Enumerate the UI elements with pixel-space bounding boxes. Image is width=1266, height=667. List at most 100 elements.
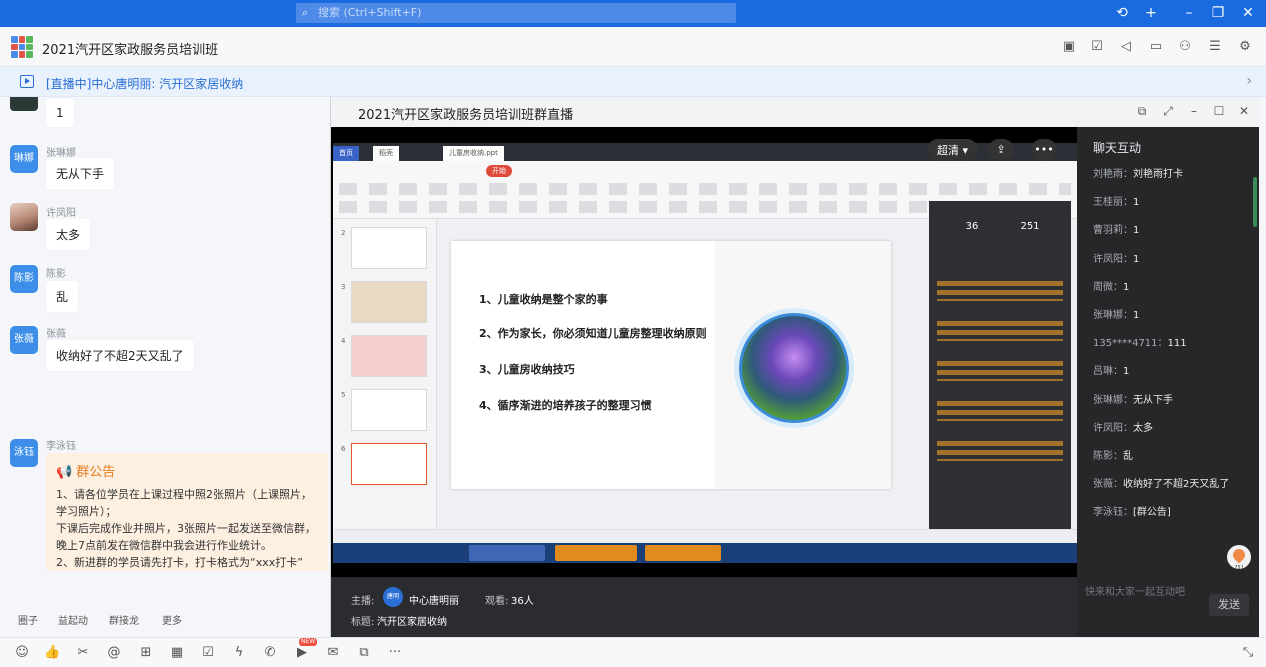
- slide-thumb: [351, 389, 427, 431]
- live-banner[interactable]: [直播中]中心唐明丽: 汽开区家居收纳 ›: [0, 67, 1266, 97]
- minimize-icon[interactable]: –: [1186, 103, 1202, 119]
- screen-share: 首页 稻壳 儿童房收纳.ppt 开始 2 3 4 5 6 1、儿童收纳是整个家的…: [333, 143, 1077, 563]
- chevron-right-icon[interactable]: ›: [1246, 73, 1252, 89]
- quality-selector[interactable]: 超清 ▾: [927, 139, 979, 161]
- avatar[interactable]: [10, 203, 38, 231]
- avatar[interactable]: 陈影: [10, 265, 38, 293]
- interaction-message-sender: 张琳娜：: [1093, 310, 1133, 321]
- slide-point: 4、循序渐进的培养孩子的整理习惯: [479, 399, 652, 412]
- tab-jielong[interactable]: 群接龙: [109, 612, 139, 627]
- interaction-message-sender: 许凤阳：: [1093, 253, 1133, 265]
- tab-yiqidong[interactable]: 益起动: [58, 612, 88, 627]
- interaction-message-sender: 陈影：: [1093, 451, 1123, 462]
- interaction-message-sender: 张薇：: [1093, 479, 1123, 491]
- interaction-message: 王桂丽：1: [1093, 193, 1139, 208]
- calendar-icon[interactable]: ▦: [169, 645, 185, 661]
- interaction-message: 135****4711：111: [1093, 334, 1187, 349]
- message-bubble: 收纳好了不超2天又乱了: [46, 340, 194, 371]
- interaction-message: 张琳娜：1: [1093, 306, 1139, 321]
- gear-icon[interactable]: ⚙: [1236, 39, 1254, 55]
- interaction-message-sender: 周微：: [1093, 281, 1123, 293]
- live-icon[interactable]: ▣: [1060, 39, 1078, 55]
- slide-illustration: [739, 313, 849, 423]
- host-avatar[interactable]: 唐明: [383, 587, 403, 607]
- message-bubble: 无从下手: [46, 158, 115, 189]
- interaction-message-text: 收纳好了不超2天又乱了: [1123, 479, 1230, 491]
- interaction-message: 张琳娜：无从下手: [1093, 391, 1173, 406]
- screen-taskbar: [333, 543, 1077, 563]
- group-header: 2021汽开区家政服务员培训班 ▣ ☑ ◁ ▭ ⚇ ☰ ⚙: [0, 27, 1266, 67]
- tab-more[interactable]: 更多: [162, 612, 182, 627]
- restore-icon[interactable]: ❐: [1208, 3, 1228, 23]
- close-icon[interactable]: ✕: [1238, 3, 1258, 23]
- slide-thumb: [351, 335, 427, 377]
- phone-icon[interactable]: ✆: [262, 645, 278, 661]
- more-icon[interactable]: ···: [387, 645, 403, 661]
- interaction-scrollbar[interactable]: [1253, 177, 1257, 227]
- megaphone-icon: 📢: [56, 465, 73, 480]
- slide-point: 3、儿童房收纳技巧: [479, 363, 575, 376]
- add-member-icon[interactable]: ⚇: [1176, 39, 1194, 55]
- like-icon[interactable]: 👍: [44, 645, 60, 661]
- maximize-icon[interactable]: ☐: [1211, 103, 1227, 119]
- resize-icon[interactable]: ⤡: [1240, 645, 1256, 661]
- pin-icon[interactable]: ⧉: [1134, 103, 1150, 119]
- slide-thumb: [351, 443, 427, 485]
- screenshot-icon[interactable]: ⧉: [356, 645, 372, 661]
- scissors-icon[interactable]: ✂: [75, 645, 91, 661]
- current-slide: 1、儿童收纳是整个家的事 2、作为家长，你必须知道儿童房整理收纳原则 3、儿童房…: [451, 241, 891, 489]
- search-history-icon[interactable]: ☰: [1206, 39, 1224, 55]
- minimize-icon[interactable]: –: [1179, 3, 1199, 23]
- message-bubble: 太多: [46, 219, 91, 250]
- folder-icon[interactable]: ▭: [1147, 39, 1165, 55]
- file-icon[interactable]: ⊞: [138, 645, 154, 661]
- interaction-message-text: 1: [1133, 197, 1140, 209]
- task-icon[interactable]: ☑: [1088, 39, 1106, 55]
- tab-circle[interactable]: 圈子: [18, 612, 38, 627]
- group-app-tabs: 圈子 益起动 群接龙 更多: [0, 605, 330, 631]
- more-button[interactable]: •••: [1031, 139, 1057, 161]
- interaction-message-sender: 张琳娜：: [1093, 394, 1133, 406]
- live-video[interactable]: 首页 稻壳 儿童房收纳.ppt 开始 2 3 4 5 6 1、儿童收纳是整个家的…: [331, 127, 1077, 577]
- interaction-message: 曹羽莉：1: [1093, 221, 1139, 236]
- interaction-message-sender: 曹羽莉：: [1093, 225, 1133, 237]
- interaction-title: 聊天互动: [1093, 141, 1142, 155]
- history-icon[interactable]: ⟲: [1112, 3, 1132, 23]
- add-icon[interactable]: +: [1141, 3, 1161, 23]
- live-banner-text: [直播中]中心唐明丽: 汽开区家居收纳: [46, 77, 244, 91]
- avatar[interactable]: 张薇: [10, 326, 38, 354]
- message-sender: 张薇: [46, 329, 66, 340]
- checklist-icon[interactable]: ☑: [200, 645, 216, 661]
- group-notice-card[interactable]: 📢 群公告 1、请各位学员在上课过程中照2张照片（上课照片，学习照片）； 下课后完…: [46, 453, 328, 571]
- message-sender: 许凤阳: [46, 208, 76, 219]
- interaction-message: 许凤阳：1: [1093, 250, 1139, 265]
- emoji-icon[interactable]: ☺: [14, 645, 30, 661]
- like-counter[interactable]: 251: [1227, 545, 1251, 571]
- close-icon[interactable]: ✕: [1236, 103, 1252, 119]
- chat-messages[interactable]: 1 张琳娜 琳娜 无从下手 许凤阳 太多 陈影 陈影 乱 张薇 张薇 收纳好了不…: [0, 97, 330, 605]
- search-input[interactable]: ⌕ 搜索 (Ctrl+Shift+F): [296, 3, 736, 23]
- avatar[interactable]: [10, 97, 38, 111]
- views-count: 36人: [511, 596, 534, 607]
- slide-point: 2、作为家长，你必须知道儿童房整理收纳原则: [479, 327, 707, 340]
- mail-icon[interactable]: ✉: [325, 645, 341, 661]
- send-button[interactable]: 发送: [1209, 594, 1249, 616]
- expand-icon[interactable]: ⤢: [1160, 103, 1176, 119]
- share-icon[interactable]: ⇪: [988, 139, 1014, 161]
- interaction-input[interactable]: 快来和大家一起互动吧: [1085, 583, 1185, 598]
- screen-tab: 儿童房收纳.ppt: [443, 146, 504, 161]
- screen-chat-count: 36: [965, 221, 979, 232]
- ribbon-tab-start: 开始: [486, 165, 512, 177]
- live-titlebar: 2021汽开区家政服务员培训班群直播 ⧉ ⤢ – ☐ ✕: [331, 97, 1259, 127]
- lightning-icon[interactable]: ϟ: [231, 645, 247, 661]
- speaker-icon[interactable]: ◁: [1117, 39, 1135, 55]
- interaction-message-text: 无从下手: [1133, 394, 1173, 406]
- message-sender: 陈影: [46, 269, 66, 280]
- views-label: 观看:: [485, 596, 509, 607]
- avatar[interactable]: 泳钰: [10, 439, 38, 467]
- avatar[interactable]: 琳娜: [10, 145, 38, 173]
- mention-icon[interactable]: @: [106, 645, 122, 661]
- interaction-message: 刘艳雨：刘艳雨打卡: [1093, 165, 1183, 180]
- host-name: 中心唐明丽: [409, 596, 459, 607]
- video-icon[interactable]: ▶: [294, 645, 310, 661]
